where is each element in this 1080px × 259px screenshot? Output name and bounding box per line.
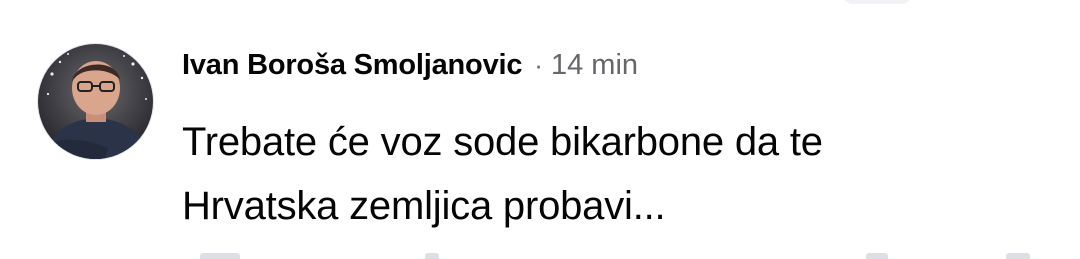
comment-text-line: Trebate će voz sode bikarbone da te — [182, 120, 823, 164]
hint-mark — [425, 253, 439, 259]
next-row-hint — [0, 250, 1080, 259]
meta-separator: · — [534, 49, 543, 80]
author-name[interactable]: Ivan Boroša Smoljanovic — [182, 49, 522, 82]
comment-text-line: Hrvatska zemljica probavi... — [182, 184, 666, 228]
hint-mark — [1006, 253, 1030, 259]
profile-photo-avatar-icon — [38, 44, 153, 159]
timestamp[interactable]: 14 min — [551, 49, 638, 82]
hint-mark — [866, 253, 888, 259]
hint-mark — [200, 253, 240, 259]
comment-text: Trebate će voz sode bikarbone da te Hrva… — [182, 110, 1002, 238]
avatar[interactable] — [37, 43, 154, 160]
comment-meta: Ivan Boroša Smoljanovic · 14 min — [182, 45, 638, 85]
top-reaction-pill — [842, 0, 912, 4]
